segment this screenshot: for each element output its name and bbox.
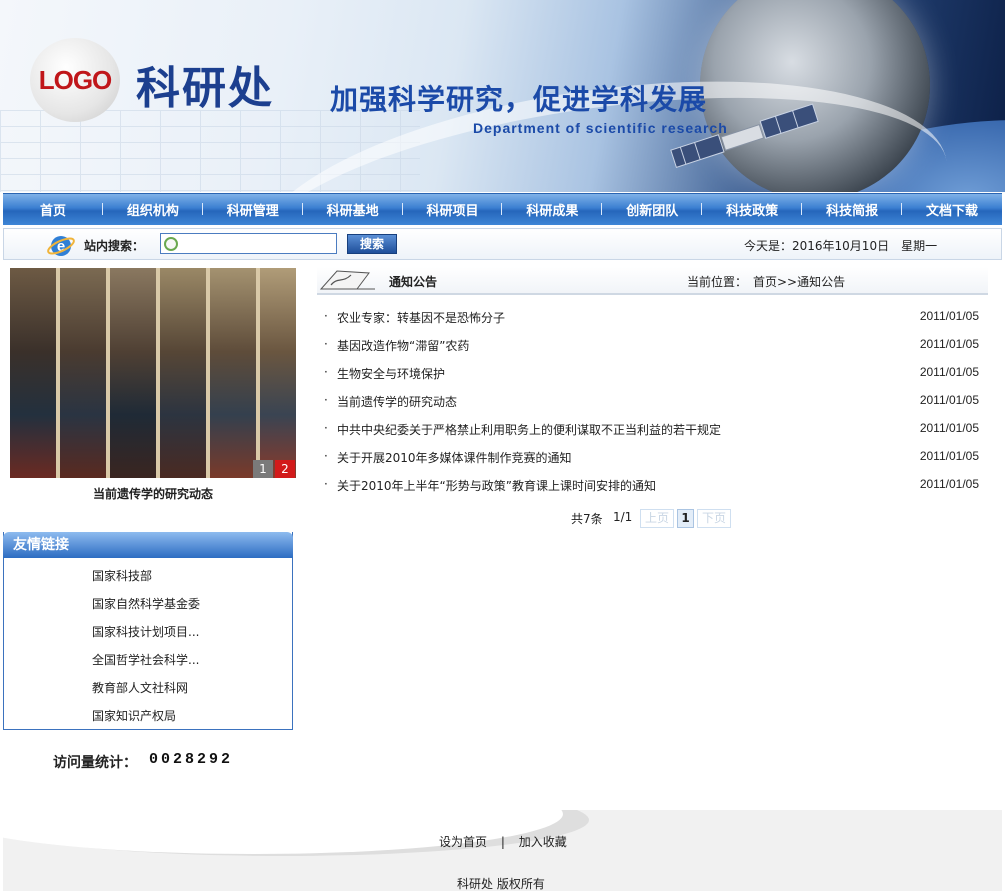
- pager-next-button[interactable]: 下页: [697, 509, 731, 528]
- friend-link-item[interactable]: 国家自然科学基金委: [92, 595, 200, 612]
- friend-link-item[interactable]: 教育部人文社科网: [92, 679, 188, 696]
- ie-browser-icon: e: [47, 236, 75, 256]
- news-date: 2011/01/05: [919, 449, 979, 463]
- nav-item-organization[interactable]: 组织机构: [103, 200, 203, 219]
- search-icon: [164, 237, 178, 251]
- list-item: · 中共中央纪委关于严格禁止利用职务上的便利谋取不正当利益的若干规定 2011/…: [324, 421, 979, 439]
- news-title-link[interactable]: 关于开展2010年多媒体课件制作竞赛的通知: [337, 449, 572, 466]
- nav-item-downloads[interactable]: 文档下载: [902, 200, 1002, 219]
- slide-caption[interactable]: 当前遗传学的研究动态: [10, 485, 296, 502]
- friend-link-item[interactable]: 国家科技部: [92, 567, 152, 584]
- list-item: · 农业专家：转基因不是恐怖分子 2011/01/05: [324, 309, 979, 327]
- slogan: 加强科学研究，促进学科发展: [330, 83, 708, 116]
- slide-button-2[interactable]: 2: [275, 460, 295, 478]
- bullet: ·: [324, 365, 328, 379]
- news-title-link[interactable]: 中共中央纪委关于严格禁止利用职务上的便利谋取不正当利益的若干规定: [337, 421, 721, 438]
- nav-item-research-base[interactable]: 科研基地: [303, 200, 403, 219]
- nav-item-research-management[interactable]: 科研管理: [203, 200, 303, 219]
- news-date: 2011/01/05: [919, 309, 979, 323]
- nav-item-research-results[interactable]: 科研成果: [502, 200, 603, 219]
- list-item: · 基因改造作物“滞留”农药 2011/01/05: [324, 337, 979, 355]
- nav-item-research-projects[interactable]: 科研项目: [403, 200, 503, 219]
- set-homepage-link[interactable]: 设为首页: [439, 835, 487, 849]
- logo-text: LOGO: [38, 64, 113, 95]
- news-date: 2011/01/05: [919, 477, 979, 491]
- friend-link-item[interactable]: 国家科技计划项目...: [92, 623, 199, 640]
- logo[interactable]: LOGO: [30, 38, 120, 122]
- search-button[interactable]: 搜索: [347, 234, 397, 254]
- footer-separator: |: [500, 835, 505, 849]
- notice-pen-icon: [319, 270, 375, 290]
- news-date: 2011/01/05: [919, 365, 979, 379]
- header-banner: LOGO 科研处 加强科学研究，促进学科发展 Department of sci…: [0, 0, 1005, 192]
- nav-item-home[interactable]: 首页: [3, 200, 103, 219]
- site-title: 科研处: [136, 63, 274, 114]
- nav-item-tech-policy[interactable]: 科技政策: [702, 200, 803, 219]
- nav-item-innovation-team[interactable]: 创新团队: [602, 200, 703, 219]
- pager-page-info: 1/1: [613, 510, 633, 524]
- friend-links-title: 友情链接: [3, 532, 293, 558]
- main-nav: 首页 组织机构 科研管理 科研基地 科研项目 科研成果 创新团队 科技政策 科技…: [3, 193, 1002, 225]
- bullet: ·: [324, 421, 328, 435]
- copyright-text: 科研处 版权所有: [457, 877, 545, 891]
- visit-counter-value: 0028292: [149, 751, 234, 768]
- slogan-english: Department of scientific research: [473, 120, 728, 136]
- news-date: 2011/01/05: [919, 337, 979, 351]
- friend-link-item[interactable]: 国家知识产权局: [92, 707, 176, 724]
- add-favorite-link[interactable]: 加入收藏: [519, 835, 567, 849]
- news-date: 2011/01/05: [919, 421, 979, 435]
- nav-item-tech-brief[interactable]: 科技简报: [802, 200, 902, 219]
- bullet: ·: [324, 449, 328, 463]
- list-item: · 关于开展2010年多媒体课件制作竞赛的通知 2011/01/05: [324, 449, 979, 467]
- search-label: 站内搜索：: [84, 239, 145, 253]
- news-date: 2011/01/05: [919, 393, 979, 407]
- visit-counter-label: 访问量统计：: [53, 755, 137, 771]
- list-item: · 当前遗传学的研究动态 2011/01/05: [324, 393, 979, 411]
- current-date: 今天是：2016年10月10日 星期一: [744, 239, 938, 253]
- slideshow-image[interactable]: [10, 268, 296, 478]
- friend-link-item[interactable]: 全国哲学社会科学...: [92, 651, 199, 668]
- notice-title: 通知公告: [389, 275, 438, 289]
- pager-prev-button[interactable]: 上页: [640, 509, 674, 528]
- breadcrumb: 当前位置： 首页>>通知公告: [687, 275, 846, 289]
- bullet: ·: [324, 309, 328, 323]
- list-item: · 关于2010年上半年“形势与政策”教育课上课时间安排的通知 2011/01/…: [324, 477, 979, 495]
- list-item: · 生物安全与环境保护 2011/01/05: [324, 365, 979, 383]
- news-title-link[interactable]: 农业专家：转基因不是恐怖分子: [337, 309, 505, 326]
- pager-current-page[interactable]: 1: [677, 509, 694, 528]
- search-bar: e 站内搜索： 搜索 今天是：2016年10月10日 星期一: [3, 228, 1002, 260]
- news-title-link[interactable]: 基因改造作物“滞留”农药: [337, 337, 469, 354]
- news-title-link[interactable]: 生物安全与环境保护: [337, 365, 445, 382]
- news-title-link[interactable]: 关于2010年上半年“形势与政策”教育课上课时间安排的通知: [337, 477, 656, 494]
- slide-button-1[interactable]: 1: [253, 460, 273, 478]
- pager-total: 共7条: [571, 512, 603, 526]
- news-title-link[interactable]: 当前遗传学的研究动态: [337, 393, 457, 410]
- search-input[interactable]: [160, 233, 337, 254]
- bullet: ·: [324, 393, 328, 407]
- bullet: ·: [324, 477, 328, 491]
- bullet: ·: [324, 337, 328, 351]
- footer-links: 设为首页 | 加入收藏: [439, 833, 567, 850]
